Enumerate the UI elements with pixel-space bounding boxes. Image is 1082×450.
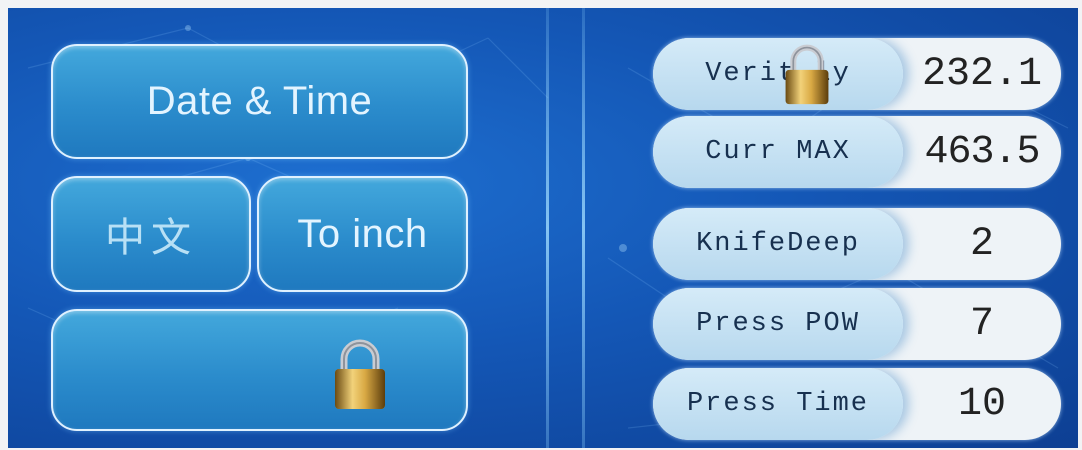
language-chinese-label: 中文 (105, 215, 197, 261)
hmi-screen: Date & Time 中文 To inch Verit ly 232.1 Cu… (8, 8, 1078, 448)
param-label: Press POW (653, 288, 903, 360)
param-value[interactable]: 463.5 (903, 116, 1061, 188)
date-time-button[interactable]: Date & Time (51, 44, 468, 159)
param-value[interactable]: 10 (903, 368, 1061, 440)
param-label: Press Time (653, 368, 903, 440)
param-row-knife-deep: KnifeDeep 2 (653, 208, 1061, 280)
to-inch-label: To inch (297, 211, 428, 256)
param-row-curr-max: Curr MAX 463.5 (653, 116, 1061, 188)
panel-divider-left (546, 8, 549, 448)
param-value[interactable]: 232.1 (903, 38, 1061, 110)
param-label: KnifeDeep (653, 208, 903, 280)
param-label: Curr MAX (653, 116, 903, 188)
param-label: Verit ly (653, 38, 903, 110)
panel-divider-right (582, 8, 585, 448)
date-time-label: Date & Time (146, 79, 373, 123)
param-row-press-pow: Press POW 7 (653, 288, 1061, 360)
to-inch-button[interactable]: To inch (257, 176, 468, 292)
param-value[interactable]: 7 (903, 288, 1061, 360)
lock-button[interactable] (51, 309, 468, 431)
padlock-icon (335, 339, 385, 409)
padlock-icon (785, 44, 829, 105)
param-row-verit: Verit ly 232.1 (653, 38, 1061, 110)
language-chinese-button[interactable]: 中文 (51, 176, 251, 292)
param-value[interactable]: 2 (903, 208, 1061, 280)
param-row-press-time: Press Time 10 (653, 368, 1061, 440)
